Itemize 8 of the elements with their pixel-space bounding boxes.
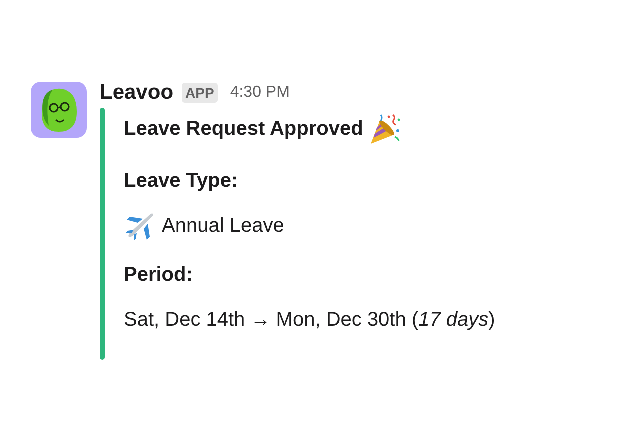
field-value: Annual Leave [162,214,284,239]
timestamp: 4:30 PM [230,83,290,103]
field-value: Sat, Dec 14th → Mon, Dec 30th (17 days) [124,308,496,333]
app-tag: APP [182,83,218,103]
sender-name: Leavoo [100,80,174,106]
attachment-title: Leave Request Approved [124,117,364,142]
field-label: Leave Type: [124,169,240,194]
field-label: Period: [124,263,194,288]
